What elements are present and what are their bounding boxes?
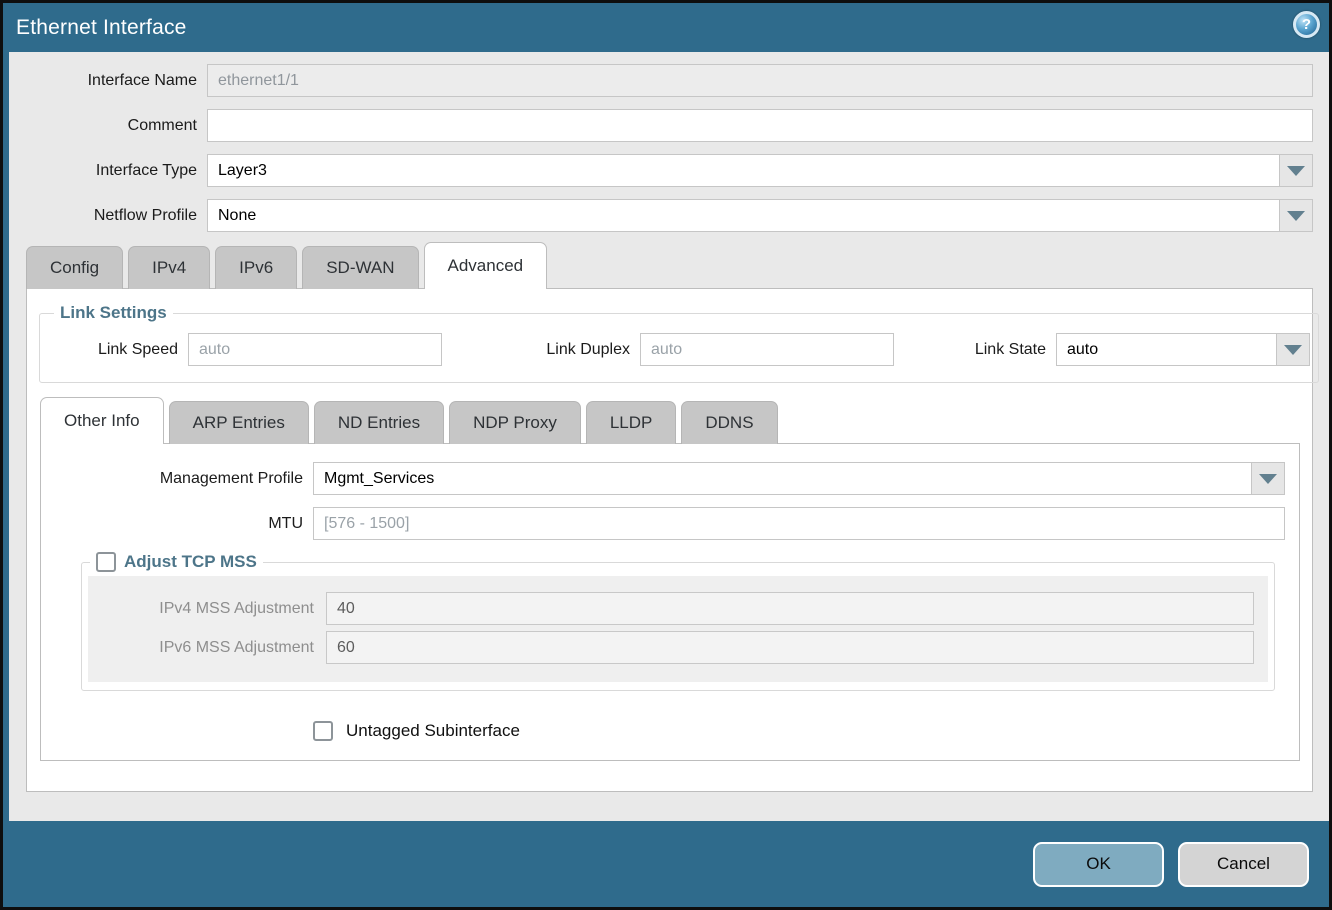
comment-label: Comment — [9, 117, 207, 135]
link-speed-input[interactable] — [188, 333, 442, 366]
mtu-input[interactable] — [313, 507, 1285, 540]
management-profile-dropdown-button[interactable] — [1252, 462, 1285, 495]
adjust-tcp-mss-legend: Adjust TCP MSS — [90, 552, 263, 572]
comment-row: Comment — [9, 109, 1313, 142]
sub-tab-bar: Other Info ARP Entries ND Entries NDP Pr… — [40, 401, 1300, 444]
tab-ddns[interactable]: DDNS — [681, 401, 777, 444]
tab-lldp[interactable]: LLDP — [586, 401, 677, 444]
adjust-tcp-mss-fieldset: Adjust TCP MSS IPv4 MSS Adjustment IPv6 … — [81, 552, 1275, 691]
dialog-title: Ethernet Interface — [16, 16, 187, 40]
link-settings-row: Link Speed Link Duplex Link State — [48, 333, 1310, 366]
tab-nd-entries[interactable]: ND Entries — [314, 401, 444, 444]
advanced-tab-panel: Link Settings Link Speed Link Duplex Lin… — [26, 288, 1313, 792]
netflow-profile-label: Netflow Profile — [9, 207, 207, 225]
link-state-dropdown-button[interactable] — [1277, 333, 1310, 366]
untagged-subinterface-label: Untagged Subinterface — [346, 721, 520, 741]
link-settings-legend: Link Settings — [54, 303, 173, 323]
netflow-profile-dropdown[interactable] — [207, 199, 1313, 232]
management-profile-value[interactable] — [313, 462, 1252, 495]
tab-ipv6[interactable]: IPv6 — [215, 246, 297, 289]
other-info-panel: Management Profile MTU — [40, 443, 1300, 761]
link-state-label: Link State — [956, 341, 1056, 359]
tab-sdwan[interactable]: SD-WAN — [302, 246, 418, 289]
link-speed-label: Link Speed — [48, 341, 188, 359]
ipv6-mss-input — [326, 631, 1254, 664]
interface-type-dropdown-button[interactable] — [1280, 154, 1313, 187]
chevron-down-icon — [1284, 345, 1302, 355]
chevron-down-icon — [1259, 474, 1277, 484]
ethernet-interface-dialog: Ethernet Interface ? Interface Name Comm… — [0, 0, 1332, 910]
management-profile-row: Management Profile — [55, 462, 1285, 495]
interface-name-row: Interface Name — [9, 64, 1313, 97]
untagged-subinterface-row: Untagged Subinterface — [313, 721, 1285, 741]
netflow-profile-value[interactable] — [207, 199, 1280, 232]
comment-input[interactable] — [207, 109, 1313, 142]
interface-type-label: Interface Type — [9, 162, 207, 180]
link-settings-fieldset: Link Settings Link Speed Link Duplex Lin… — [39, 303, 1319, 383]
mtu-row: MTU — [55, 507, 1285, 540]
dialog-body: Interface Name Comment Interface Type Ne… — [3, 52, 1329, 821]
interface-name-label: Interface Name — [9, 72, 207, 90]
ipv4-mss-row: IPv4 MSS Adjustment — [88, 592, 1254, 625]
interface-type-row: Interface Type — [9, 154, 1313, 187]
mss-disabled-box: IPv4 MSS Adjustment IPv6 MSS Adjustment — [88, 576, 1268, 682]
ipv6-mss-label: IPv6 MSS Adjustment — [88, 639, 326, 657]
management-profile-dropdown[interactable] — [313, 462, 1285, 495]
tab-other-info[interactable]: Other Info — [40, 397, 164, 444]
chevron-down-icon — [1287, 166, 1305, 176]
link-duplex-label: Link Duplex — [490, 341, 640, 359]
netflow-profile-dropdown-button[interactable] — [1280, 199, 1313, 232]
mtu-label: MTU — [55, 515, 313, 533]
link-state-value[interactable] — [1056, 333, 1277, 366]
chevron-down-icon — [1287, 211, 1305, 221]
link-duplex-input[interactable] — [640, 333, 894, 366]
help-icon[interactable]: ? — [1293, 11, 1320, 38]
interface-name-input — [207, 64, 1313, 97]
management-profile-label: Management Profile — [55, 470, 313, 488]
tab-config[interactable]: Config — [26, 246, 123, 289]
tab-advanced[interactable]: Advanced — [424, 242, 548, 289]
adjust-tcp-mss-label: Adjust TCP MSS — [124, 552, 257, 572]
interface-type-dropdown[interactable] — [207, 154, 1313, 187]
netflow-profile-row: Netflow Profile — [9, 199, 1313, 232]
main-tab-bar: Config IPv4 IPv6 SD-WAN Advanced — [26, 246, 1313, 289]
interface-type-value[interactable] — [207, 154, 1280, 187]
ipv4-mss-input — [326, 592, 1254, 625]
tab-arp-entries[interactable]: ARP Entries — [169, 401, 309, 444]
link-state-dropdown[interactable] — [1056, 333, 1310, 366]
ipv4-mss-label: IPv4 MSS Adjustment — [88, 600, 326, 618]
ok-button[interactable]: OK — [1033, 842, 1164, 887]
tab-ipv4[interactable]: IPv4 — [128, 246, 210, 289]
tab-ndp-proxy[interactable]: NDP Proxy — [449, 401, 581, 444]
ipv6-mss-row: IPv6 MSS Adjustment — [88, 631, 1254, 664]
untagged-subinterface-checkbox[interactable] — [313, 721, 333, 741]
dialog-footer: OK Cancel — [3, 821, 1329, 907]
cancel-button[interactable]: Cancel — [1178, 842, 1309, 887]
dialog-title-bar: Ethernet Interface ? — [3, 3, 1329, 52]
adjust-tcp-mss-checkbox[interactable] — [96, 552, 116, 572]
